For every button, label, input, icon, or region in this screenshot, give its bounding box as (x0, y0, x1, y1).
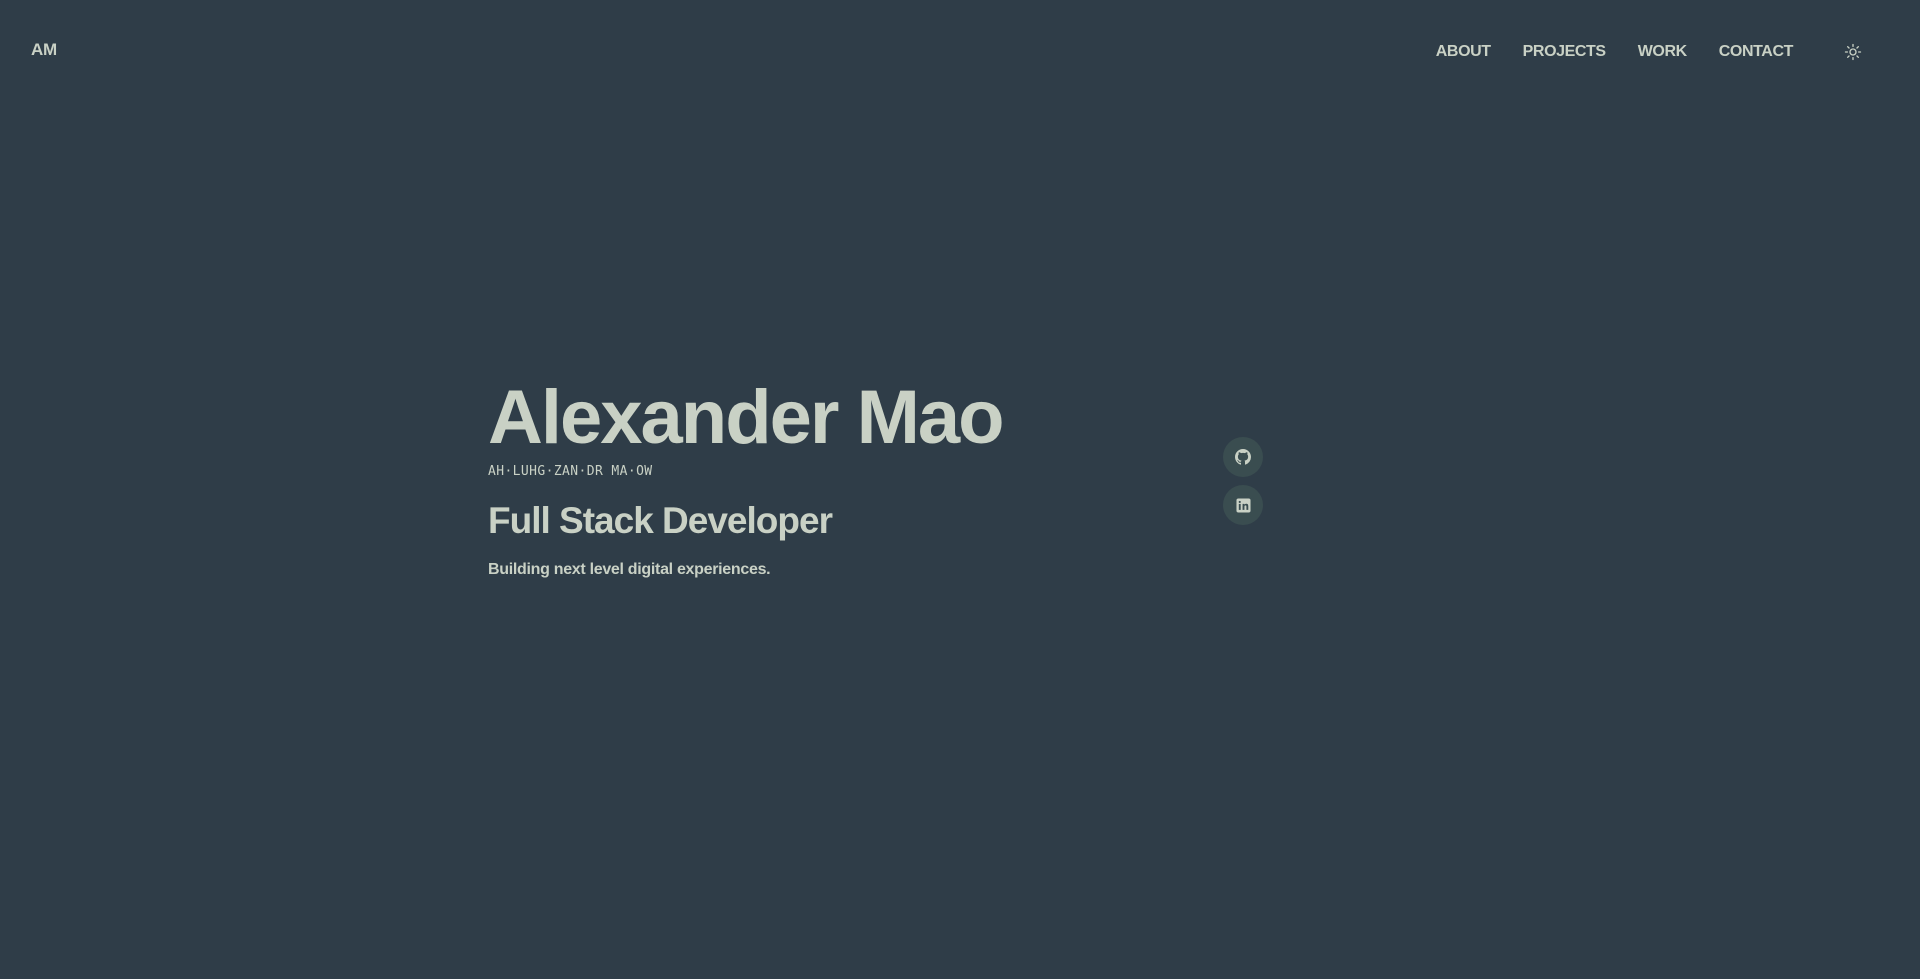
nav-link-work[interactable]: WORK (1638, 40, 1687, 64)
github-link[interactable] (1223, 437, 1263, 477)
logo-link[interactable]: AM (31, 40, 57, 60)
main-nav: ABOUT PROJECTS WORK CONTACT (1436, 40, 1920, 64)
page: AM ABOUT PROJECTS WORK CONTACT Alexander… (0, 0, 1920, 979)
nav-link-contact[interactable]: CONTACT (1719, 40, 1794, 64)
linkedin-link[interactable] (1223, 485, 1263, 525)
hero-name: Alexander Mao (488, 375, 1005, 460)
nav-link-about[interactable]: ABOUT (1436, 40, 1491, 64)
hero-tagline: Building next level digital experiences. (488, 561, 771, 578)
social-links (1223, 437, 1263, 533)
nav-link-projects[interactable]: PROJECTS (1523, 40, 1606, 64)
hero-section: Alexander Mao AH·LUHG·ZAN·DR MA·OW Full … (488, 376, 1248, 581)
github-icon (1235, 449, 1251, 465)
name-pronunciation: AH·LUHG·ZAN·DR MA·OW (488, 464, 653, 479)
hero-role: Full Stack Developer (488, 500, 833, 541)
sun-icon (1844, 43, 1862, 61)
theme-toggle-button[interactable] (1841, 40, 1865, 64)
linkedin-icon (1235, 497, 1251, 513)
